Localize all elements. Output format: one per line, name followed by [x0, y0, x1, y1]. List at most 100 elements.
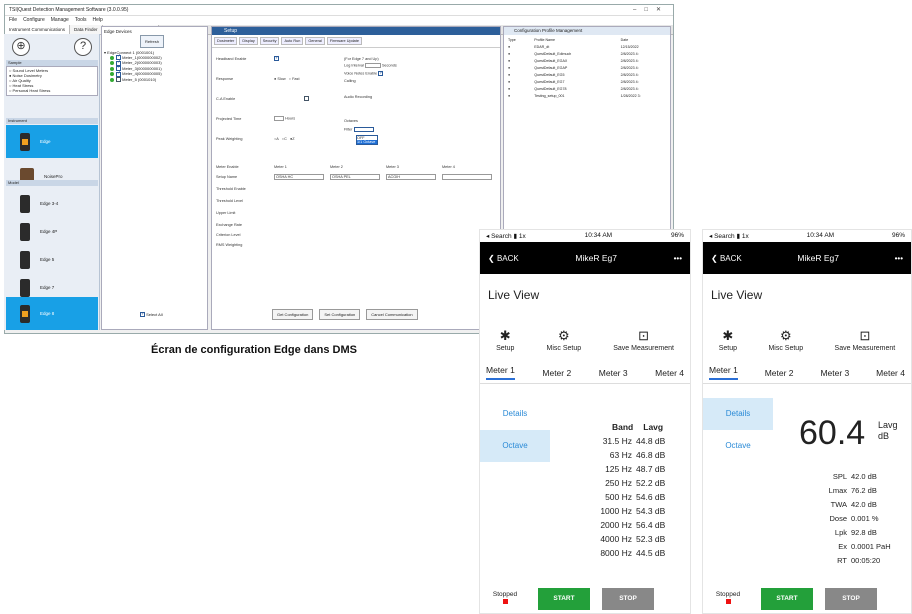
status-bar: ◂ Search ▮ 1x 10:34 AM 96%: [486, 232, 684, 240]
save-measurement-button[interactable]: ⊡ Save Measurement: [835, 329, 896, 352]
side-menu: Details Octave: [480, 398, 550, 462]
table-row[interactable]: ● QuestDefault_EG7 2/8/2023 4:: [506, 79, 668, 84]
projected-input[interactable]: Hours: [274, 116, 295, 121]
side-details[interactable]: Details: [480, 398, 550, 430]
tab-display[interactable]: Display: [239, 37, 258, 45]
filter-select[interactable]: Filter: [344, 127, 374, 132]
setup-button[interactable]: ✱ Setup: [496, 329, 514, 352]
instrument-edge[interactable]: Edge: [6, 125, 98, 158]
tab-meter-2[interactable]: Meter 2: [765, 368, 794, 378]
octave-row: 125 Hz 48.7 dB: [605, 464, 666, 474]
gears-icon: ⚙: [779, 327, 792, 343]
octave-row: 500 Hz 54.6 dB: [605, 492, 666, 502]
start-button[interactable]: START: [761, 587, 813, 610]
more-icon[interactable]: •••: [674, 254, 682, 263]
setup-name-input[interactable]: ACGIH: [386, 174, 436, 180]
stat-row: Dose 0.001 %: [829, 514, 879, 523]
stat-row: TWA 42.0 dB: [830, 500, 877, 509]
setup-name-input[interactable]: OSHA PEL: [330, 174, 380, 180]
gear-icon: ✱: [722, 327, 734, 343]
tab-meter-4[interactable]: Meter 4: [655, 368, 684, 378]
edge-device-icon: [20, 222, 30, 241]
select-all[interactable]: Select All: [140, 311, 163, 318]
back-button[interactable]: ❮ BACK: [488, 254, 519, 263]
table-row[interactable]: ● QuestDefault_EGAP 2/8/2023 4:: [506, 65, 668, 70]
stop-button[interactable]: STOP: [602, 587, 654, 610]
footer: Stopped START STOP: [480, 582, 690, 613]
side-details[interactable]: Details: [703, 398, 773, 430]
table-row[interactable]: ● QuestDefault_EG5 2/8/2023 4:: [506, 72, 668, 77]
audio-label: Audio Recording: [344, 95, 373, 99]
menu-tools[interactable]: Tools: [75, 16, 87, 25]
table-row[interactable]: ● QuestDefault_EG78 2/8/2023 4:: [506, 86, 668, 91]
misc-setup-button[interactable]: ⚙ Misc Setup: [546, 329, 581, 352]
table-row[interactable]: ● Testing_setup_001 1/28/2022 3:: [506, 93, 668, 98]
menu-configure[interactable]: Configure: [23, 16, 45, 25]
setup-name-input[interactable]: OSHA HC: [274, 174, 324, 180]
tree-item[interactable]: Meter_5 (0001010): [110, 77, 207, 83]
voice-notes[interactable]: Voice Notes Enable: [344, 70, 383, 76]
menu-bar: File Configure Manage Tools Help: [5, 16, 673, 25]
tab-security[interactable]: Security: [259, 37, 280, 45]
toolbar: ✱ Setup ⚙ Misc Setup ⊡ Save Measurement: [703, 318, 911, 362]
stop-button[interactable]: STOP: [825, 587, 877, 610]
peak-radio[interactable]: ○A ○C ●Z: [274, 137, 295, 141]
label-ca: C-A Enable: [216, 97, 236, 101]
headband-checkbox[interactable]: [274, 55, 279, 61]
misc-setup-button[interactable]: ⚙ Misc Setup: [768, 329, 803, 352]
log-interval[interactable]: Log Interval Seconds: [344, 63, 397, 68]
start-button[interactable]: START: [538, 587, 590, 610]
model-edge-8[interactable]: Edge 8: [6, 297, 98, 330]
side-octave[interactable]: Octave: [480, 430, 550, 462]
help-icon[interactable]: ?: [74, 38, 92, 56]
back-circle-icon[interactable]: ⊕: [12, 38, 30, 56]
tab-meter-3[interactable]: Meter 3: [820, 368, 849, 378]
tab-firmware[interactable]: Firmware Update: [326, 37, 362, 45]
set-config-button[interactable]: Set Configuration: [319, 309, 361, 320]
table-row[interactable]: ● EDAR_dt 12/15/2022: [506, 44, 668, 49]
side-octave[interactable]: Octave: [703, 430, 773, 462]
sample-option[interactable]: ○ Personal Heat Stress: [9, 88, 95, 93]
devices-panel: Edge Devices Refresh ▾ EdgeConnect 1 (00…: [101, 26, 208, 330]
label-criterion: Criterion Level: [216, 233, 241, 237]
tab-meter-1[interactable]: Meter 1: [709, 365, 738, 380]
tab-meter-2[interactable]: Meter 2: [542, 368, 571, 378]
stat-row: SPL 42.0 dB: [832, 472, 877, 481]
back-button[interactable]: ❮ BACK: [711, 254, 742, 263]
tab-general[interactable]: General: [305, 37, 325, 45]
filter-dropdown[interactable]: OFF 1/1 Octave: [356, 135, 378, 145]
menu-manage[interactable]: Manage: [51, 16, 69, 25]
tab-auto-run[interactable]: Auto Run: [281, 37, 304, 45]
menu-help[interactable]: Help: [93, 16, 103, 25]
octaves-label: Octaves: [344, 119, 358, 123]
caption: Écran de configuration Edge dans DMS: [151, 344, 357, 356]
gears-icon: ⚙: [557, 327, 570, 343]
setup-name-input[interactable]: [442, 174, 492, 180]
setup-button-bar: Get Configuration Set Configuration Canc…: [272, 309, 418, 320]
tab-instrument-comms[interactable]: Instrument Communications: [5, 25, 71, 34]
tab-dosimeter[interactable]: Dosimeter: [214, 37, 238, 45]
menu-file[interactable]: File: [9, 16, 17, 25]
instrument-header: Instrument: [6, 118, 98, 124]
filter-option[interactable]: 1/1 Octave: [357, 140, 377, 144]
ca-checkbox[interactable]: [304, 96, 309, 101]
more-icon[interactable]: •••: [895, 254, 903, 263]
window-controls[interactable]: –□✕: [633, 6, 669, 13]
label-response: Response: [216, 77, 234, 81]
tab-meter-3[interactable]: Meter 3: [599, 368, 628, 378]
table-row[interactable]: ● QuestDefault_EGAX 2/8/2023 4:: [506, 58, 668, 63]
get-config-button[interactable]: Get Configuration: [272, 309, 314, 320]
table-row[interactable]: ● QuestDefault_Edimuch 2/8/2023 4:: [506, 51, 668, 56]
tab-meter-4[interactable]: Meter 4: [876, 368, 905, 378]
response-radio[interactable]: ● Slow ○ Fast: [274, 77, 300, 81]
cancel-comm-button[interactable]: Cancel Communication: [366, 309, 418, 320]
stats-list: SPL 42.0 dB Lmax 76.2 dB TWA 42.0 dB Dose 0.001…: [821, 470, 891, 568]
setup-button[interactable]: ✱ Setup: [719, 329, 737, 352]
refresh-button[interactable]: Refresh: [140, 35, 165, 48]
save-measurement-button[interactable]: ⊡ Save Measurement: [613, 329, 674, 352]
big-unit: Lavg dB: [878, 420, 898, 441]
tab-data-finder[interactable]: Data Finder: [70, 25, 103, 34]
col-date: Date: [620, 37, 629, 42]
battery: 96%: [670, 232, 684, 239]
tab-meter-1[interactable]: Meter 1: [486, 365, 515, 380]
